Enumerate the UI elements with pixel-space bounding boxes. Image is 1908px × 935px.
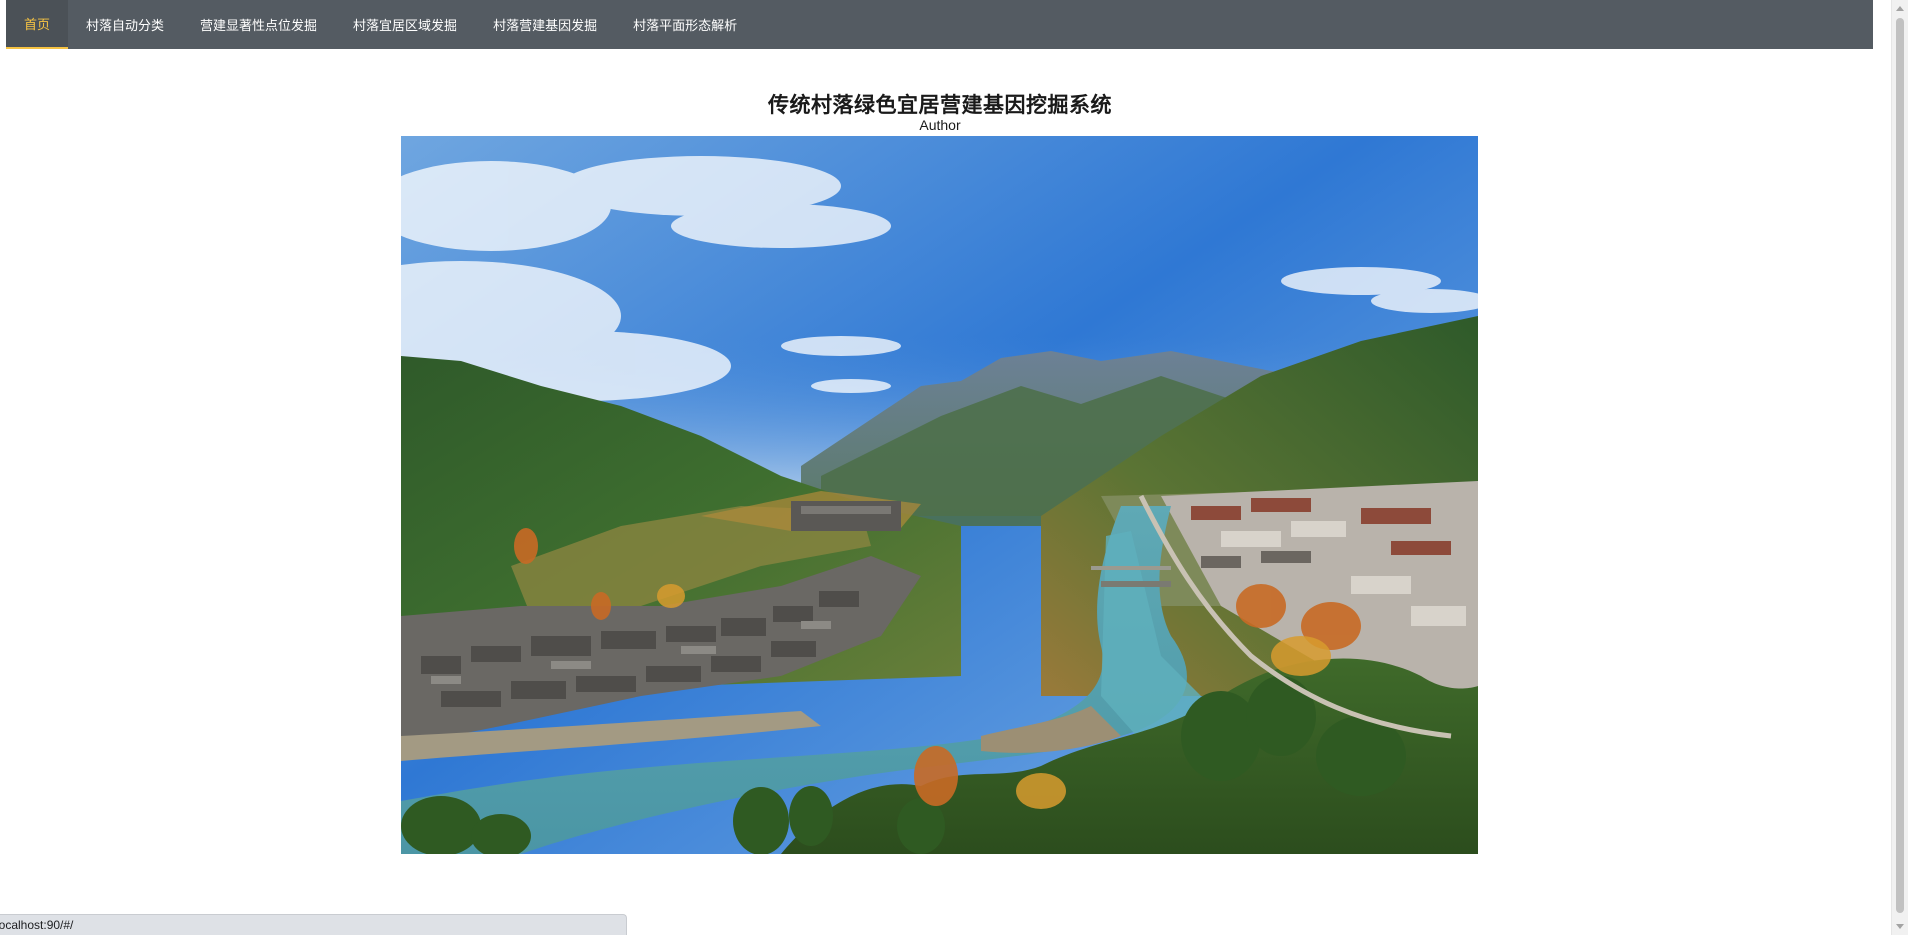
hero-village-image [401,136,1478,854]
nav-item-village-classification[interactable]: 村落自动分类 [68,0,182,49]
page-title: 传统村落绿色宜居营建基因挖掘系统 [768,94,1112,117]
page-subtitle: Author [919,117,961,133]
scroll-thumb[interactable] [1896,18,1904,913]
page: 首页 村落自动分类 营建显著性点位发掘 村落宜居区域发掘 村落营建基因发掘 村落… [0,0,1908,935]
browser-status-bar: localhost:90/#/ [0,914,627,935]
scroll-down-arrow-icon[interactable] [1896,924,1904,929]
nav-item-plan-form-analysis[interactable]: 村落平面形态解析 [615,0,755,49]
vertical-scrollbar[interactable] [1891,0,1908,935]
nav-item-construction-genes[interactable]: 村落营建基因发掘 [475,0,615,49]
nav-item-home[interactable]: 首页 [6,0,69,49]
scroll-up-arrow-icon[interactable] [1896,6,1904,11]
nav-item-livable-areas[interactable]: 村落宜居区域发掘 [335,0,475,49]
top-navbar: 首页 村落自动分类 营建显著性点位发掘 村落宜居区域发掘 村落营建基因发掘 村落… [6,0,1873,49]
status-url: localhost:90/#/ [0,918,74,932]
nav-item-salient-points[interactable]: 营建显著性点位发掘 [182,0,335,49]
